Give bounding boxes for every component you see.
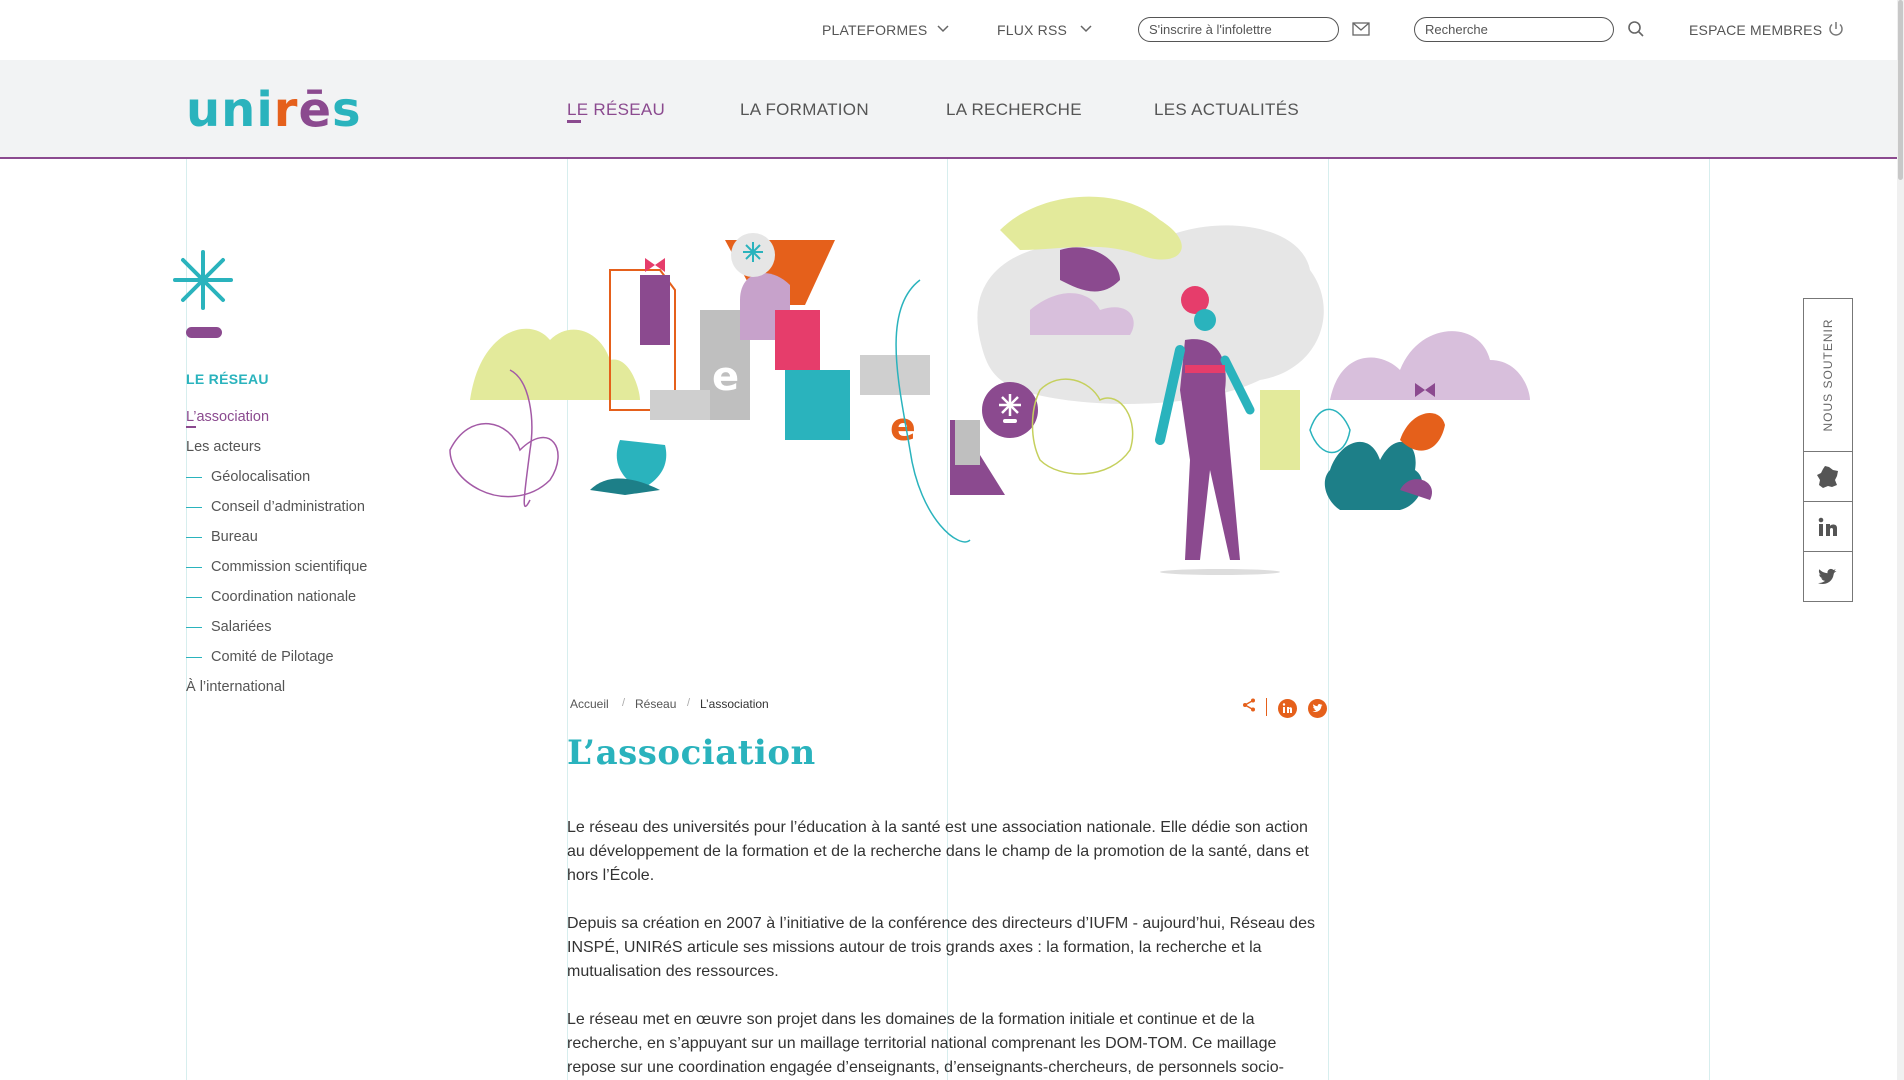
social-rail: NOUS SOUTENIR	[1803, 298, 1853, 602]
linkedin-rail-button[interactable]	[1803, 502, 1853, 552]
layout-guide	[1709, 0, 1710, 1080]
breadcrumb-current: L’association	[700, 697, 769, 711]
intro-paragraph: Le réseau des universités pour l’éducati…	[567, 819, 1309, 884]
sidebar-subitem-conseil[interactable]: Conseil d’administration	[186, 499, 365, 515]
page-scrollbar[interactable]	[1897, 0, 1904, 1080]
hero-illustration: e e	[449, 196, 1530, 575]
nous-soutenir-button[interactable]: NOUS SOUTENIR	[1803, 298, 1853, 452]
chevron-down-icon[interactable]	[1080, 22, 1092, 36]
nav-la-recherche[interactable]: LA RECHERCHE	[946, 100, 1082, 120]
mail-icon[interactable]	[1352, 22, 1370, 36]
history-paragraph: Depuis sa création en 2007 à l’initiativ…	[567, 915, 1315, 980]
sidebar-subitem-commission[interactable]: Commission scientifique	[186, 559, 367, 575]
sidebar-item-international[interactable]: À l’international	[186, 679, 285, 695]
asterisk-icon	[173, 250, 233, 338]
unires-logo[interactable]: unirēs	[186, 80, 362, 140]
breadcrumb-home[interactable]: Accueil	[570, 697, 609, 711]
share-icon[interactable]	[1242, 698, 1256, 712]
nav-la-formation[interactable]: LA FORMATION	[740, 100, 869, 120]
linkedin-icon	[1818, 517, 1837, 536]
nav-active-indicator	[567, 120, 581, 123]
network-paragraph: Le réseau met en œuvre son projet dans l…	[567, 1011, 1284, 1076]
sidebar-item-association[interactable]: L’association	[186, 409, 269, 428]
page-title: L’association	[567, 733, 816, 773]
top-bar: PLATEFORMES FLUX RSS ESPACE MEMBRES	[0, 0, 1904, 60]
france-map-icon	[1817, 465, 1838, 488]
espace-membres-link[interactable]: ESPACE MEMBRES	[1689, 22, 1822, 38]
chevron-down-icon[interactable]	[937, 22, 949, 36]
sidebar-subitem-bureau[interactable]: Bureau	[186, 529, 258, 545]
search-input[interactable]	[1414, 17, 1614, 42]
twitter-icon	[1818, 568, 1837, 584]
breadcrumb-reseau[interactable]: Réseau	[635, 697, 676, 711]
power-icon[interactable]	[1827, 20, 1845, 38]
sidebar-subitem-comite[interactable]: Comité de Pilotage	[186, 649, 334, 665]
newsletter-input[interactable]	[1138, 17, 1339, 42]
sidebar-subitem-coordination[interactable]: Coordination nationale	[186, 589, 356, 605]
flux-rss-menu[interactable]: FLUX RSS	[997, 22, 1067, 38]
sidebar-title: LE RÉSEAU	[186, 371, 269, 387]
plateformes-menu[interactable]: PLATEFORMES	[822, 22, 927, 38]
twitter-icon[interactable]	[1308, 699, 1327, 718]
sidebar-subitem-salariees[interactable]: Salariées	[186, 619, 271, 635]
share-divider	[1266, 698, 1267, 716]
sidebar-subitem-geolocalisation[interactable]: Géolocalisation	[186, 469, 310, 485]
france-map-button[interactable]	[1803, 452, 1853, 502]
nav-les-actualites[interactable]: LES ACTUALITÉS	[1154, 100, 1299, 120]
site-header: unirēs LE RÉSEAU LA FORMATION LA RECHERC…	[0, 60, 1904, 159]
breadcrumb-separator: /	[687, 697, 691, 709]
scrollbar-thumb[interactable]	[1898, 0, 1903, 180]
twitter-rail-button[interactable]	[1803, 552, 1853, 602]
svg-text:e: e	[712, 354, 739, 400]
linkedin-icon[interactable]	[1278, 699, 1297, 718]
sidebar-item-acteurs[interactable]: Les acteurs	[186, 439, 261, 455]
nav-le-reseau[interactable]: LE RÉSEAU	[567, 100, 665, 120]
breadcrumb-separator: /	[622, 697, 626, 709]
search-icon[interactable]	[1627, 20, 1645, 38]
